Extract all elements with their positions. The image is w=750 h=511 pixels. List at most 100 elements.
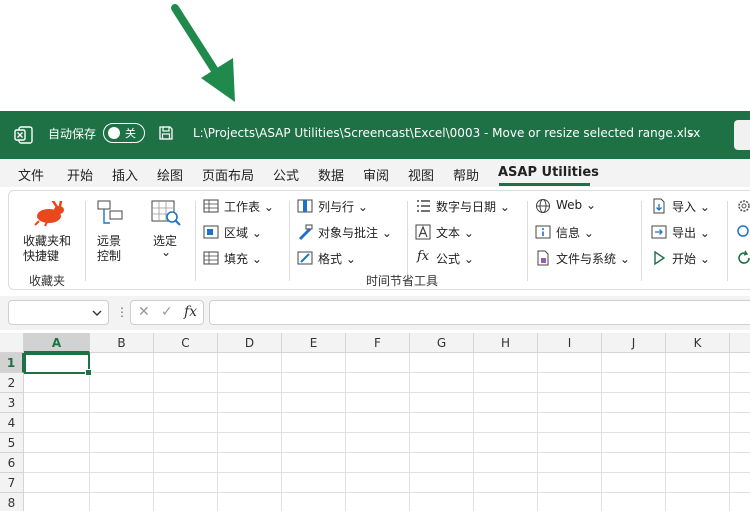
- import-button[interactable]: 导入 ⌄: [672, 198, 710, 215]
- formula-input[interactable]: [209, 300, 750, 325]
- grid-cell[interactable]: [90, 373, 154, 393]
- grid-cell[interactable]: [602, 493, 666, 511]
- row-header[interactable]: 3: [0, 393, 24, 413]
- grid-cell[interactable]: [666, 453, 730, 473]
- tab-insert[interactable]: 插入: [112, 165, 138, 184]
- objects-comments-button[interactable]: 对象与批注 ⌄: [318, 224, 392, 241]
- grid-cell[interactable]: [410, 413, 474, 433]
- grid-cell[interactable]: [602, 413, 666, 433]
- row-header[interactable]: 7: [0, 473, 24, 493]
- grid-cell[interactable]: [24, 473, 90, 493]
- row-header[interactable]: 4: [0, 413, 24, 433]
- grid-cell[interactable]: [218, 413, 282, 433]
- grid-cell[interactable]: [282, 393, 346, 413]
- favorites-label-2[interactable]: 快捷键: [23, 247, 59, 264]
- column-header[interactable]: I: [538, 333, 602, 353]
- numbers-dates-button[interactable]: 数字与日期 ⌄: [436, 198, 510, 215]
- grid-cell[interactable]: [346, 353, 410, 373]
- grid-cell[interactable]: [218, 393, 282, 413]
- tab-home[interactable]: 开始: [67, 165, 93, 184]
- grid-cell[interactable]: [346, 473, 410, 493]
- grid-cell[interactable]: [154, 353, 218, 373]
- grid-cell[interactable]: [410, 393, 474, 413]
- tab-file[interactable]: 文件: [18, 165, 44, 184]
- grid-cell[interactable]: [90, 473, 154, 493]
- grid-cell[interactable]: [538, 353, 602, 373]
- start-button[interactable]: 开始 ⌄: [672, 250, 710, 267]
- grid-cell[interactable]: [474, 453, 538, 473]
- column-header[interactable]: A: [24, 333, 90, 353]
- grid-cell[interactable]: [410, 493, 474, 511]
- grid-cell[interactable]: [410, 453, 474, 473]
- grid-cell[interactable]: [90, 393, 154, 413]
- grid-cell[interactable]: [666, 413, 730, 433]
- grid-cell[interactable]: [666, 393, 730, 413]
- info-button[interactable]: 信息 ⌄: [556, 224, 594, 241]
- grid-cell[interactable]: [730, 413, 750, 433]
- grid-cell[interactable]: [218, 453, 282, 473]
- chevron-down-icon[interactable]: [92, 308, 102, 318]
- column-header[interactable]: D: [218, 333, 282, 353]
- grid-cell[interactable]: [154, 373, 218, 393]
- grid-cell[interactable]: [474, 393, 538, 413]
- name-box[interactable]: [8, 300, 109, 325]
- grid-cell[interactable]: [282, 453, 346, 473]
- grid-cell[interactable]: [730, 393, 750, 413]
- export-button[interactable]: 导出 ⌄: [672, 224, 710, 241]
- grid-cell[interactable]: [602, 433, 666, 453]
- grid-cell[interactable]: [410, 373, 474, 393]
- range-button[interactable]: 区域 ⌄: [224, 224, 262, 241]
- grid-cell[interactable]: [346, 373, 410, 393]
- grid-cell[interactable]: [90, 453, 154, 473]
- row-header[interactable]: 5: [0, 433, 24, 453]
- grid-cell[interactable]: [730, 453, 750, 473]
- tab-data[interactable]: 数据: [318, 165, 344, 184]
- column-header[interactable]: K: [666, 333, 730, 353]
- grid-cell[interactable]: [602, 393, 666, 413]
- grid-cell[interactable]: [474, 433, 538, 453]
- grid-cell[interactable]: [282, 373, 346, 393]
- grid-cell[interactable]: [24, 373, 90, 393]
- tab-help[interactable]: 帮助: [453, 165, 479, 184]
- remote-label-2[interactable]: 控制: [97, 247, 121, 264]
- grid-cell[interactable]: [346, 453, 410, 473]
- grid-cell[interactable]: [154, 453, 218, 473]
- enter-icon[interactable]: ✓: [161, 304, 173, 320]
- grid-cell[interactable]: [730, 473, 750, 493]
- chevron-down-icon[interactable]: ⌄: [161, 245, 171, 259]
- active-cell-a1[interactable]: [24, 353, 92, 376]
- row-header[interactable]: 8: [0, 493, 24, 511]
- grid-cell[interactable]: [410, 353, 474, 373]
- grid-cell[interactable]: [218, 433, 282, 453]
- column-header[interactable]: J: [602, 333, 666, 353]
- worksheet-button[interactable]: 工作表 ⌄: [224, 198, 274, 215]
- grid-cell[interactable]: [602, 353, 666, 373]
- search-icon[interactable]: [736, 224, 750, 240]
- column-header[interactable]: H: [474, 333, 538, 353]
- grid-cell[interactable]: [90, 493, 154, 511]
- column-header[interactable]: B: [90, 333, 154, 353]
- grid-cell[interactable]: [410, 433, 474, 453]
- grid-cell[interactable]: [474, 353, 538, 373]
- column-header[interactable]: C: [154, 333, 218, 353]
- grid-cell[interactable]: [602, 373, 666, 393]
- grid-cell[interactable]: [538, 393, 602, 413]
- text-button[interactable]: 文本 ⌄: [436, 224, 474, 241]
- grid-cell[interactable]: [90, 353, 154, 373]
- grid-cell[interactable]: [154, 473, 218, 493]
- grid-cell[interactable]: [218, 473, 282, 493]
- columns-rows-button[interactable]: 列与行 ⌄: [318, 198, 368, 215]
- web-button[interactable]: Web ⌄: [556, 198, 596, 212]
- grid-cell[interactable]: [90, 413, 154, 433]
- tab-formulas[interactable]: 公式: [273, 165, 299, 184]
- grid-cell[interactable]: [538, 453, 602, 473]
- fill-handle[interactable]: [85, 369, 92, 376]
- grid-cell[interactable]: [666, 473, 730, 493]
- tab-page-layout[interactable]: 页面布局: [202, 165, 254, 184]
- grid-cell[interactable]: [282, 473, 346, 493]
- grid-cell[interactable]: [666, 493, 730, 511]
- tab-draw[interactable]: 绘图: [157, 165, 183, 184]
- grid-cell[interactable]: [602, 453, 666, 473]
- grid-cell[interactable]: [730, 373, 750, 393]
- formulas-button[interactable]: 公式 ⌄: [436, 250, 474, 267]
